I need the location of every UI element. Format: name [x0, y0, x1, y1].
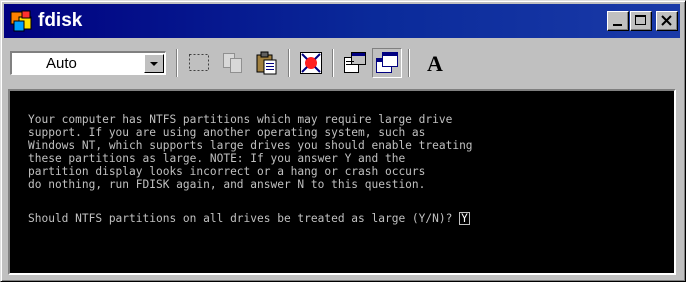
font-size-select[interactable]: Auto: [10, 51, 166, 75]
console-prompt: Should NTFS partitions on all drives be …: [28, 212, 470, 225]
svg-text:A: A: [427, 51, 443, 76]
copy-icon: [223, 53, 242, 73]
ms-dos-icon[interactable]: [10, 9, 32, 33]
maximize-icon: [635, 15, 646, 25]
console-area[interactable]: Your computer has NTFS partitions which …: [8, 89, 676, 275]
paste-icon: [256, 51, 277, 75]
mark-icon: [189, 54, 209, 71]
copy-button[interactable]: [218, 48, 248, 78]
font-button[interactable]: A: [418, 48, 453, 78]
prompt-input[interactable]: Y: [459, 212, 470, 225]
toolbar-separator: [408, 49, 410, 77]
full-screen-icon: [300, 52, 322, 74]
font-size-value: Auto: [46, 55, 77, 72]
window-title: fdisk: [38, 10, 83, 31]
console-line: partition display looks incorrect or a h…: [28, 165, 426, 178]
console-line: these partitions as large. NOTE: If you …: [28, 152, 406, 165]
console-line: do nothing, run FDISK again, and answer …: [28, 178, 426, 191]
toolbar-separator: [288, 49, 290, 77]
full-screen-button[interactable]: [296, 48, 326, 78]
paste-button[interactable]: [252, 48, 282, 78]
properties-icon: [344, 52, 366, 73]
toolbar-separator: [332, 49, 334, 77]
prompt-text: Should NTFS partitions on all drives be …: [28, 212, 460, 225]
close-icon: [661, 15, 672, 26]
minimize-icon: [613, 24, 622, 26]
minimize-button[interactable]: [607, 11, 629, 31]
console-line: Windows NT, which supports large drives …: [28, 139, 473, 152]
background-icon: [376, 52, 398, 73]
title-bar[interactable]: fdisk: [4, 4, 680, 38]
close-button[interactable]: [656, 11, 678, 31]
console-message: Your computer has NTFS partitions which …: [28, 113, 473, 191]
chevron-down-icon: [150, 62, 158, 66]
toolbar-separator: [176, 49, 178, 77]
font-icon: A: [418, 48, 453, 77]
toolbar: Auto A: [4, 41, 680, 87]
console-line: support. If you are using another operat…: [28, 126, 426, 139]
console-line: Your computer has NTFS partitions which …: [28, 113, 453, 126]
dos-window: fdisk Auto A Your computer has NTFS part…: [0, 0, 686, 282]
maximize-button[interactable]: [630, 11, 652, 31]
dropdown-button[interactable]: [144, 54, 164, 73]
properties-button[interactable]: [340, 48, 370, 78]
mark-button[interactable]: [184, 48, 214, 78]
background-button[interactable]: [372, 48, 402, 78]
